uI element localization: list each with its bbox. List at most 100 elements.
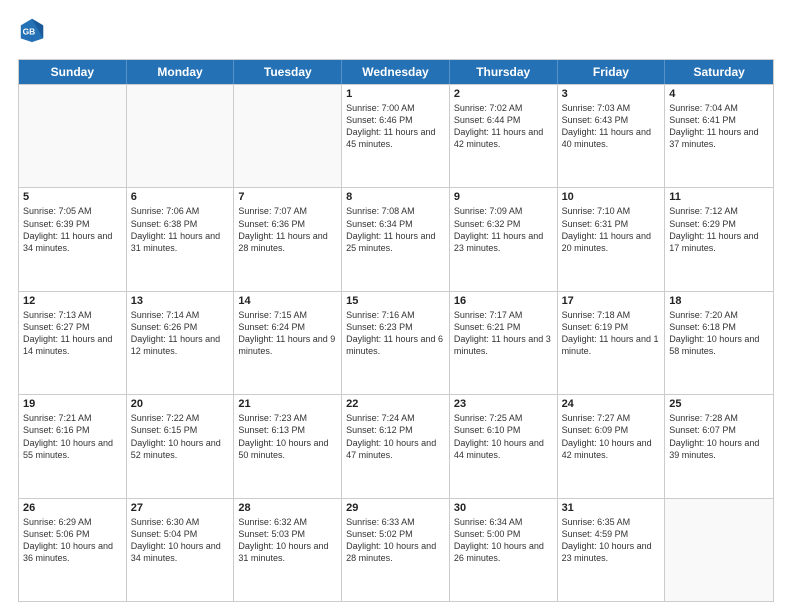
cell-info-text: Sunrise: 7:10 AM Sunset: 6:31 PM Dayligh… — [562, 205, 661, 254]
cell-info-text: Sunrise: 7:05 AM Sunset: 6:39 PM Dayligh… — [23, 205, 122, 254]
cell-info-text: Sunrise: 6:35 AM Sunset: 4:59 PM Dayligh… — [562, 516, 661, 565]
calendar-cell: 24 Sunrise: 7:27 AM Sunset: 6:09 PM Dayli… — [558, 395, 666, 497]
calendar-cell — [19, 85, 127, 187]
calendar-cell: 8Sunrise: 7:08 AM Sunset: 6:34 PM Daylig… — [342, 188, 450, 290]
calendar-cell: 16 Sunrise: 7:17 AM Sunset: 6:21 PM Dayli… — [450, 292, 558, 394]
cell-date-number: 21 — [238, 398, 337, 410]
calendar-cell: 19 Sunrise: 7:21 AM Sunset: 6:16 PM Dayli… — [19, 395, 127, 497]
cell-info-text: Sunrise: 7:18 AM Sunset: 6:19 PM Dayligh… — [562, 309, 661, 358]
cell-info-text: Sunrise: 7:07 AM Sunset: 6:36 PM Dayligh… — [238, 205, 337, 254]
logo-icon: GB — [18, 16, 46, 49]
calendar-cell: 21 Sunrise: 7:23 AM Sunset: 6:13 PM Dayli… — [234, 395, 342, 497]
cell-info-text: Sunrise: 7:24 AM Sunset: 6:12 PM Dayligh… — [346, 412, 445, 461]
calendar-row: 1 Sunrise: 7:00 AM Sunset: 6:46 PM Daylig… — [19, 84, 773, 187]
calendar-cell: 15 Sunrise: 7:16 AM Sunset: 6:23 PM Dayli… — [342, 292, 450, 394]
calendar-cell: 10 Sunrise: 7:10 AM Sunset: 6:31 PM Dayli… — [558, 188, 666, 290]
cell-info-text: Sunrise: 7:14 AM Sunset: 6:26 PM Dayligh… — [131, 309, 230, 358]
calendar-cell — [234, 85, 342, 187]
weekday-header: Wednesday — [342, 60, 450, 84]
cell-date-number: 10 — [562, 191, 661, 203]
cell-info-text: Sunrise: 7:17 AM Sunset: 6:21 PM Dayligh… — [454, 309, 553, 358]
calendar-cell: 28 Sunrise: 6:32 AM Sunset: 5:03 PM Dayli… — [234, 499, 342, 601]
weekday-header: Sunday — [19, 60, 127, 84]
calendar: SundayMondayTuesdayWednesdayThursdayFrid… — [18, 59, 774, 602]
calendar-row: 19 Sunrise: 7:21 AM Sunset: 6:16 PM Dayli… — [19, 394, 773, 497]
calendar-body: 1 Sunrise: 7:00 AM Sunset: 6:46 PM Daylig… — [19, 84, 773, 601]
cell-date-number: 9 — [454, 191, 553, 203]
cell-info-text: Sunrise: 7:02 AM Sunset: 6:44 PM Dayligh… — [454, 102, 553, 151]
cell-date-number: 1 — [346, 88, 445, 100]
calendar-cell: 23 Sunrise: 7:25 AM Sunset: 6:10 PM Dayli… — [450, 395, 558, 497]
cell-info-text: Sunrise: 6:33 AM Sunset: 5:02 PM Dayligh… — [346, 516, 445, 565]
cell-date-number: 6 — [131, 191, 230, 203]
cell-date-number: 11 — [669, 191, 769, 203]
cell-date-number: 13 — [131, 295, 230, 307]
cell-info-text: Sunrise: 6:29 AM Sunset: 5:06 PM Dayligh… — [23, 516, 122, 565]
calendar-cell: 29 Sunrise: 6:33 AM Sunset: 5:02 PM Dayli… — [342, 499, 450, 601]
calendar-cell: 11Sunrise: 7:12 AM Sunset: 6:29 PM Dayli… — [665, 188, 773, 290]
cell-date-number: 29 — [346, 502, 445, 514]
weekday-header: Tuesday — [234, 60, 342, 84]
calendar-cell: 4 Sunrise: 7:04 AM Sunset: 6:41 PM Daylig… — [665, 85, 773, 187]
calendar-cell: 7 Sunrise: 7:07 AM Sunset: 6:36 PM Daylig… — [234, 188, 342, 290]
weekday-header: Monday — [127, 60, 235, 84]
cell-date-number: 16 — [454, 295, 553, 307]
svg-text:GB: GB — [23, 27, 36, 37]
cell-info-text: Sunrise: 7:16 AM Sunset: 6:23 PM Dayligh… — [346, 309, 445, 358]
cell-info-text: Sunrise: 7:04 AM Sunset: 6:41 PM Dayligh… — [669, 102, 769, 151]
cell-date-number: 17 — [562, 295, 661, 307]
calendar-cell: 25 Sunrise: 7:28 AM Sunset: 6:07 PM Dayli… — [665, 395, 773, 497]
calendar-cell: 17 Sunrise: 7:18 AM Sunset: 6:19 PM Dayli… — [558, 292, 666, 394]
cell-date-number: 28 — [238, 502, 337, 514]
cell-date-number: 14 — [238, 295, 337, 307]
cell-date-number: 26 — [23, 502, 122, 514]
calendar-cell: 3Sunrise: 7:03 AM Sunset: 6:43 PM Daylig… — [558, 85, 666, 187]
cell-info-text: Sunrise: 7:28 AM Sunset: 6:07 PM Dayligh… — [669, 412, 769, 461]
cell-date-number: 24 — [562, 398, 661, 410]
cell-date-number: 20 — [131, 398, 230, 410]
calendar-row: 12 Sunrise: 7:13 AM Sunset: 6:27 PM Dayli… — [19, 291, 773, 394]
calendar-cell: 27Sunrise: 6:30 AM Sunset: 5:04 PM Dayli… — [127, 499, 235, 601]
cell-date-number: 7 — [238, 191, 337, 203]
cell-info-text: Sunrise: 6:34 AM Sunset: 5:00 PM Dayligh… — [454, 516, 553, 565]
cell-info-text: Sunrise: 6:30 AM Sunset: 5:04 PM Dayligh… — [131, 516, 230, 565]
calendar-cell: 30 Sunrise: 6:34 AM Sunset: 5:00 PM Dayli… — [450, 499, 558, 601]
cell-date-number: 25 — [669, 398, 769, 410]
cell-info-text: Sunrise: 7:21 AM Sunset: 6:16 PM Dayligh… — [23, 412, 122, 461]
calendar-cell: 26 Sunrise: 6:29 AM Sunset: 5:06 PM Dayli… — [19, 499, 127, 601]
weekday-header: Thursday — [450, 60, 558, 84]
calendar-cell: 31 Sunrise: 6:35 AM Sunset: 4:59 PM Dayli… — [558, 499, 666, 601]
weekday-header: Saturday — [665, 60, 773, 84]
cell-info-text: Sunrise: 7:13 AM Sunset: 6:27 PM Dayligh… — [23, 309, 122, 358]
cell-info-text: Sunrise: 7:20 AM Sunset: 6:18 PM Dayligh… — [669, 309, 769, 358]
cell-date-number: 31 — [562, 502, 661, 514]
calendar-cell: 18 Sunrise: 7:20 AM Sunset: 6:18 PM Dayli… — [665, 292, 773, 394]
cell-date-number: 15 — [346, 295, 445, 307]
cell-date-number: 12 — [23, 295, 122, 307]
cell-date-number: 23 — [454, 398, 553, 410]
cell-date-number: 18 — [669, 295, 769, 307]
calendar-cell: 20 Sunrise: 7:22 AM Sunset: 6:15 PM Dayli… — [127, 395, 235, 497]
cell-info-text: Sunrise: 7:23 AM Sunset: 6:13 PM Dayligh… — [238, 412, 337, 461]
header: GB — [18, 16, 774, 49]
cell-info-text: Sunrise: 6:32 AM Sunset: 5:03 PM Dayligh… — [238, 516, 337, 565]
cell-info-text: Sunrise: 7:00 AM Sunset: 6:46 PM Dayligh… — [346, 102, 445, 151]
cell-date-number: 4 — [669, 88, 769, 100]
calendar-cell — [665, 499, 773, 601]
calendar-cell: 13 Sunrise: 7:14 AM Sunset: 6:26 PM Dayli… — [127, 292, 235, 394]
weekday-header: Friday — [558, 60, 666, 84]
cell-date-number: 19 — [23, 398, 122, 410]
calendar-cell: 14 Sunrise: 7:15 AM Sunset: 6:24 PM Dayli… — [234, 292, 342, 394]
cell-info-text: Sunrise: 7:22 AM Sunset: 6:15 PM Dayligh… — [131, 412, 230, 461]
cell-date-number: 22 — [346, 398, 445, 410]
page: GB SundayMondayTuesdayWednesdayThursdayF… — [0, 0, 792, 612]
calendar-cell: 6Sunrise: 7:06 AM Sunset: 6:38 PM Daylig… — [127, 188, 235, 290]
calendar-cell: 1 Sunrise: 7:00 AM Sunset: 6:46 PM Daylig… — [342, 85, 450, 187]
cell-info-text: Sunrise: 7:15 AM Sunset: 6:24 PM Dayligh… — [238, 309, 337, 358]
cell-info-text: Sunrise: 7:25 AM Sunset: 6:10 PM Dayligh… — [454, 412, 553, 461]
cell-date-number: 2 — [454, 88, 553, 100]
cell-date-number: 30 — [454, 502, 553, 514]
calendar-cell — [127, 85, 235, 187]
calendar-cell: 9Sunrise: 7:09 AM Sunset: 6:32 PM Daylig… — [450, 188, 558, 290]
cell-info-text: Sunrise: 7:27 AM Sunset: 6:09 PM Dayligh… — [562, 412, 661, 461]
